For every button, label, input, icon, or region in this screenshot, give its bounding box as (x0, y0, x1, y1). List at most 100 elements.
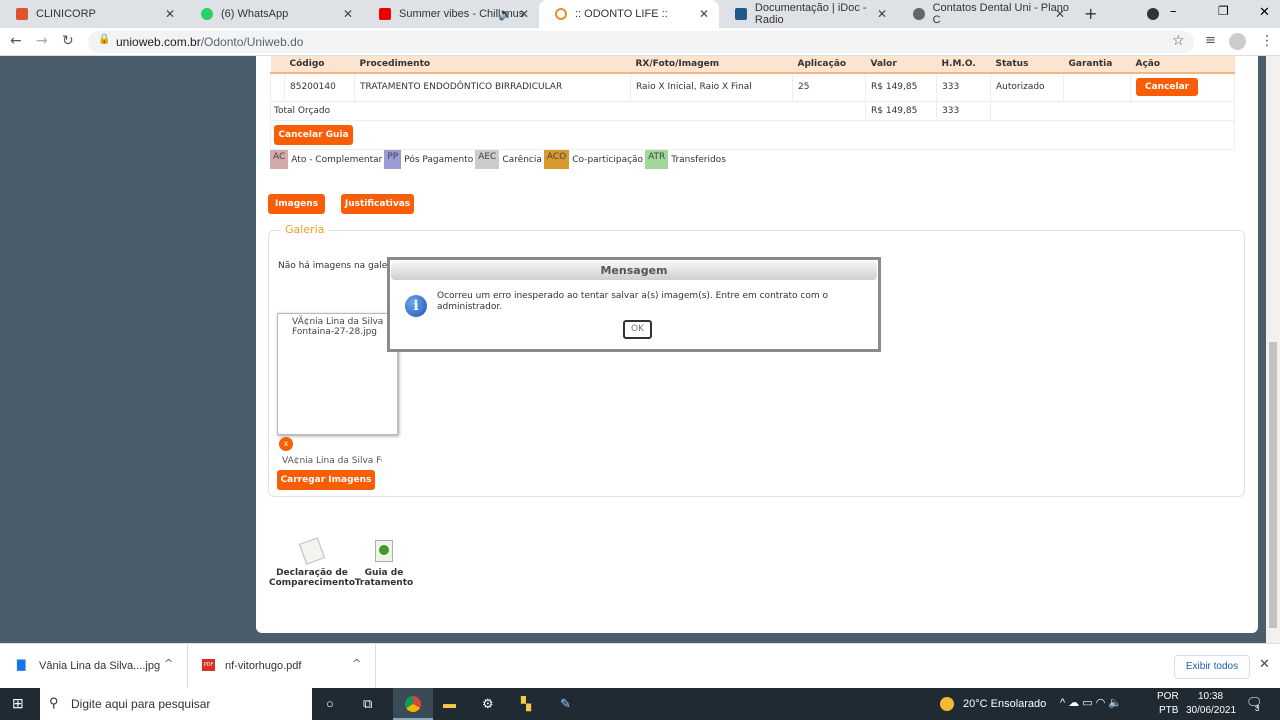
odonto-icon (555, 8, 567, 20)
image-thumbnail[interactable]: VÃ¢nia Lina da Silva Fontaina-27-28.jpg (277, 313, 398, 435)
tab-title: (6) WhatsApp (221, 8, 289, 20)
menu-icon[interactable]: ⋮ (1260, 33, 1274, 49)
col-garantia: Garantia (1063, 56, 1131, 74)
taskbar-search[interactable]: ⚲ Digite aqui para pesquisar (40, 688, 312, 720)
idoc-icon (735, 8, 747, 20)
justifications-button[interactable]: Justificativas (341, 194, 414, 214)
lock-icon: 🔒 (98, 34, 111, 45)
legend-label: Carência (502, 154, 542, 165)
col-status: Status (990, 56, 1064, 74)
profile-avatar[interactable] (1229, 33, 1246, 50)
cancel-procedure-button[interactable]: Cancelar (1136, 78, 1199, 97)
total-hmo: 333 (936, 100, 991, 121)
restore-button[interactable]: ❐ (1218, 4, 1229, 18)
speaker-icon[interactable]: 🔈 (498, 7, 513, 21)
table-row: 85200140 TRATAMENTO ENDODÔNTICO BIRRADIC… (270, 72, 1235, 102)
tray-icons[interactable]: ^ ☁ ▭ ◠ 🔈 (1060, 696, 1122, 709)
upload-images-button[interactable]: Carregar Imagens (277, 470, 375, 490)
download-item[interactable]: ▇ Vânia Lina da Silva....jpg ^ (0, 644, 188, 688)
doc-label: Guia de Tratamento (354, 568, 414, 588)
profile-menu-icon[interactable] (1147, 8, 1159, 20)
clinicorp-icon (16, 8, 28, 20)
tab-odonto-life[interactable]: :: ODONTO LIFE :: ✕ (539, 0, 719, 28)
ok-button[interactable]: OK (623, 320, 652, 339)
lang-primary[interactable]: POR (1157, 691, 1179, 702)
cortana-icon[interactable]: ○ (326, 696, 334, 711)
scrollbar[interactable] (1266, 56, 1280, 643)
legend-label: Pós Pagamento (404, 154, 474, 165)
download-name: Vânia Lina da Silva....jpg (39, 660, 161, 672)
tab-youtube[interactable]: Summer vibes - Chill mus 🔈 ✕ (363, 0, 539, 28)
cell-aplicacao: 25 (792, 72, 866, 102)
clock-date[interactable]: 30/06/2021 (1186, 705, 1236, 716)
taskbar: ⊞ ⚲ Digite aqui para pesquisar ○ ⧉ ▬ ⚙ ▚ … (0, 688, 1280, 720)
reload-icon[interactable]: ↻ (62, 33, 74, 49)
col-blank (270, 56, 285, 74)
chevron-up-icon[interactable]: ^ (352, 657, 361, 670)
remove-image-button[interactable]: x (279, 437, 293, 451)
download-name: nf-vitorhugo.pdf (225, 660, 302, 672)
app-icon[interactable]: ▚ (521, 696, 531, 712)
notification-count: 3 (1255, 704, 1260, 713)
info-icon: i (405, 295, 427, 317)
cell-codigo: 85200140 (284, 72, 355, 102)
close-icon[interactable]: ✕ (1055, 7, 1065, 21)
legend-code: PP (384, 150, 402, 169)
col-acao: Ação (1130, 56, 1235, 74)
close-icon[interactable]: ✕ (877, 7, 887, 21)
close-icon[interactable]: ✕ (165, 7, 175, 21)
download-item[interactable]: PDF nf-vitorhugo.pdf ^ (188, 644, 376, 688)
cell-status: Autorizado (990, 72, 1064, 102)
new-tab-button[interactable]: + (1084, 4, 1097, 23)
close-icon[interactable]: ✕ (519, 7, 529, 21)
close-icon[interactable]: ✕ (343, 7, 353, 21)
clock-time[interactable]: 10:38 (1198, 691, 1223, 702)
show-all-button[interactable]: Exibir todos (1174, 655, 1250, 679)
pdf-icon: PDF (202, 659, 215, 671)
tab-clinicorp[interactable]: CLINICORP ✕ (0, 0, 185, 28)
message-dialog: Mensagem i Ocorreu um erro inesperado ao… (387, 257, 881, 352)
star-icon[interactable]: ☆ (1172, 33, 1185, 49)
images-button[interactable]: Imagens (268, 194, 325, 214)
windows-start-icon[interactable]: ⊞ (12, 695, 24, 712)
file-explorer-icon[interactable]: ▬ (443, 696, 456, 711)
cancel-guide-button[interactable]: Cancelar Guia (274, 125, 353, 145)
minimize-button[interactable]: – (1170, 4, 1177, 19)
url-input[interactable]: 🔒 unioweb.com.br/Odonto/Uniweb.do (88, 31, 1194, 53)
lang-secondary[interactable]: PTB (1159, 705, 1178, 716)
col-codigo: Código (284, 56, 355, 74)
legend-code: AC (270, 150, 289, 169)
total-label: Total Orçado (270, 100, 866, 121)
task-view-icon[interactable]: ⧉ (363, 696, 372, 712)
chrome-taskbar-icon[interactable] (393, 688, 433, 720)
broken-image-alt: VÃ¢nia Lina da Silva Fontaina-27-28.jpg (292, 317, 384, 337)
treatment-guide-link[interactable]: Guia de Tratamento (354, 540, 414, 588)
globe-icon (913, 8, 925, 20)
chevron-up-icon[interactable]: ^ (164, 657, 173, 670)
dialog-message: Ocorreu um erro inesperado ao tentar sal… (437, 291, 828, 312)
close-downloads-icon[interactable]: ✕ (1259, 657, 1270, 672)
weather-text[interactable]: 20°C Ensolarado (963, 698, 1046, 710)
forward-icon[interactable]: → (36, 33, 48, 49)
legend-code: AEC (475, 150, 500, 169)
app-icon-2[interactable]: ✎ (560, 696, 571, 712)
tab-contatos[interactable]: Contatos Dental Uni - Plano C ✕ (897, 0, 1075, 28)
tab-title: Documentação | iDoc - Radio (754, 2, 867, 26)
address-bar-row: ← → ↻ 🔒 unioweb.com.br/Odonto/Uniweb.do ☆… (0, 28, 1280, 56)
media-control-icon[interactable]: ≡ (1205, 33, 1216, 48)
cell-procedimento: TRATAMENTO ENDODÔNTICO BIRRADICULAR (354, 72, 631, 102)
settings-icon[interactable]: ⚙ (482, 696, 494, 712)
cell-rx: Raio X Inicial, Raio X Final (630, 72, 793, 102)
back-icon[interactable]: ← (10, 33, 22, 49)
tab-idoc[interactable]: Documentação | iDoc - Radio ✕ (719, 0, 897, 28)
tab-whatsapp[interactable]: (6) WhatsApp ✕ (185, 0, 363, 28)
legend-code: ATR (645, 150, 669, 169)
guide-icon (375, 540, 393, 562)
downloads-bar: ▇ Vânia Lina da Silva....jpg ^ PDF nf-vi… (0, 643, 1280, 688)
youtube-icon (379, 8, 391, 20)
close-icon[interactable]: ✕ (699, 7, 709, 21)
close-window-button[interactable]: ✕ (1259, 5, 1270, 20)
attendance-declaration-link[interactable]: Declaração de Comparecimento (268, 537, 356, 588)
tab-title: Contatos Dental Uni - Plano C (932, 2, 1069, 26)
col-aplicacao: Aplicação (792, 56, 866, 74)
